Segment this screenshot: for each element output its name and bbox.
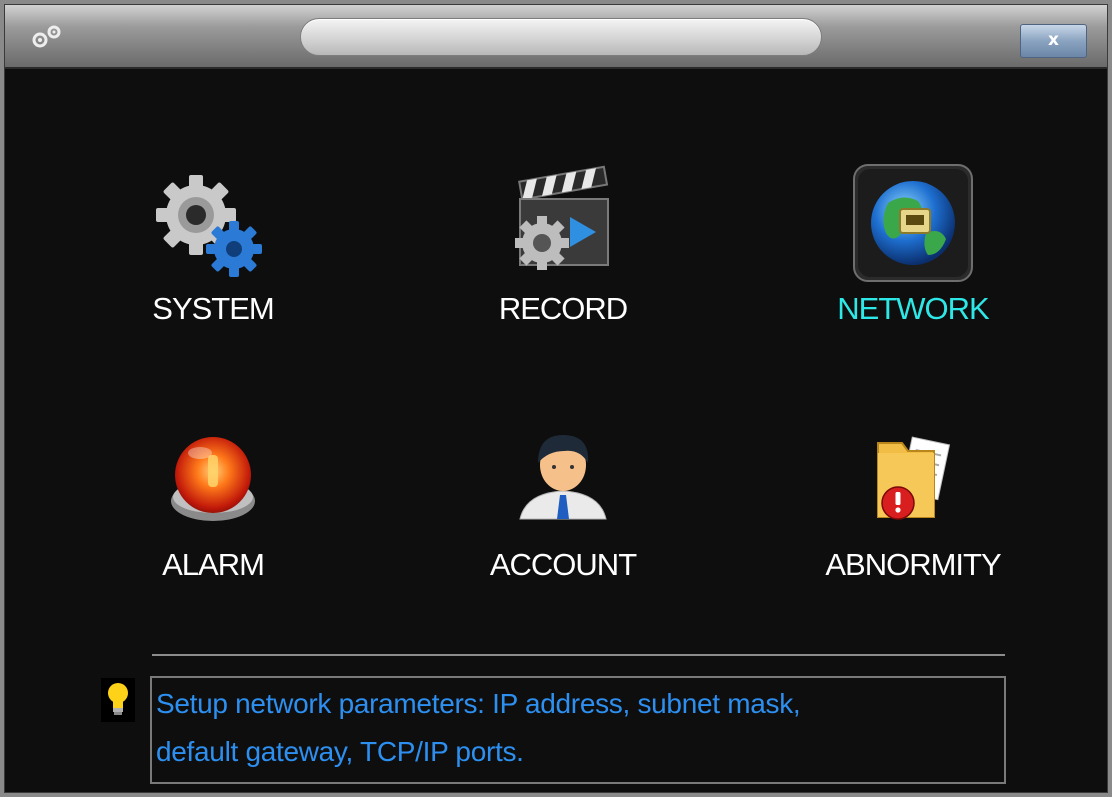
- user-icon: [498, 419, 628, 549]
- lightbulb-icon: [101, 678, 135, 722]
- clapperboard-icon: [498, 163, 628, 293]
- menu-label-network: NETWORK: [837, 291, 989, 326]
- title-bar: x: [5, 5, 1107, 69]
- menu-label-abnormity: ABNORMITY: [825, 547, 1001, 582]
- menu-label-alarm: ALARM: [162, 547, 265, 582]
- menu-item-alarm[interactable]: ALARM: [63, 419, 363, 599]
- gears-icon: [148, 163, 278, 293]
- hint-line-1: Setup network parameters: IP address, su…: [156, 688, 801, 719]
- menu-label-system: SYSTEM: [152, 291, 274, 326]
- settings-window: x SYSTEM RECORD NETWORK ALARM ACCOUNT AB…: [4, 4, 1108, 793]
- menu-label-account: ACCOUNT: [489, 547, 637, 582]
- settings-gears-icon: [27, 21, 67, 51]
- close-button[interactable]: x: [1020, 24, 1087, 58]
- title-field: [300, 18, 822, 56]
- menu-item-record[interactable]: RECORD: [413, 163, 713, 343]
- menu-item-system[interactable]: SYSTEM: [63, 163, 363, 343]
- menu-item-account[interactable]: ACCOUNT: [413, 419, 713, 599]
- globe-network-icon: [848, 163, 978, 293]
- divider: [152, 654, 1005, 656]
- hint-text: Setup network parameters: IP address, su…: [156, 680, 996, 776]
- folder-warning-icon: [848, 419, 978, 549]
- menu-item-abnormity[interactable]: ABNORMITY: [763, 419, 1063, 599]
- menu-item-network[interactable]: NETWORK: [763, 163, 1063, 343]
- alarm-light-icon: [148, 419, 278, 549]
- menu-label-record: RECORD: [498, 291, 628, 326]
- hint-line-2: default gateway, TCP/IP ports.: [156, 736, 524, 767]
- hint-box: Setup network parameters: IP address, su…: [150, 676, 1006, 784]
